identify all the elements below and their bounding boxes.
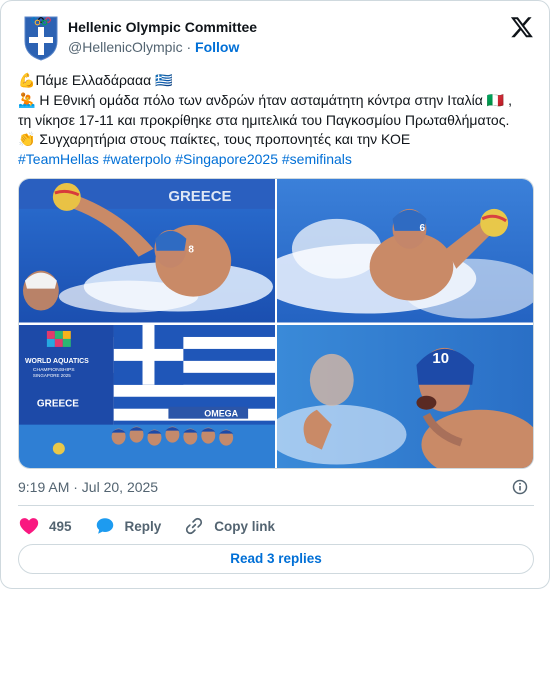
like-button[interactable]: 495 [18,515,72,537]
author-name[interactable]: Hellenic Olympic Committee [68,18,257,36]
hashtag-teamhellas[interactable]: #TeamHellas [18,151,99,167]
info-icon[interactable] [511,478,529,496]
photo-2-cap-number: 6 [419,223,425,234]
author-handle[interactable]: @HellenicOlympic [68,39,183,55]
copy-link-label: Copy link [214,518,276,534]
tweet-timestamp[interactable]: 9:19 AM · Jul 20, 2025 [18,479,158,495]
divider [18,505,534,506]
hashtag-singapore2025[interactable]: #Singapore2025 [175,151,278,167]
tweet-line-1: 💪Πάμε Ελλαδάρααα 🇬🇷 [18,71,534,91]
photo-4-cap-number: 10 [432,349,449,366]
x-logo-icon[interactable] [510,15,534,39]
greece-flag-emoji: 🇬🇷 [155,73,173,89]
hashtag-semifinals[interactable]: #semifinals [282,151,352,167]
water-polo-emoji: 🤽 [18,93,36,109]
follow-button[interactable]: Follow [195,39,239,55]
separator-dot: · [186,39,192,55]
hashtag-list: #TeamHellas #waterpolo #Singapore2025 #s… [18,150,534,169]
photo-player-10-celebrating[interactable]: 10 [277,324,533,468]
reply-bubble-icon [96,518,113,534]
tweet-actions: 495 Reply Copy link [18,514,297,538]
italy-flag-emoji: 🇮🇹 [486,93,505,109]
photo-1-cap-number: 8 [188,245,194,256]
media-grid: GREECE 8 6 WORLD AQUATICS CHAMPIONSHIPS … [18,178,534,469]
hoc-shield-logo-icon[interactable] [23,13,59,61]
tweet-line-2-text: Η Εθνική ομάδα πόλο των ανδρών ήταν αστα… [39,92,483,108]
tweet-line-2: 🤽 Η Εθνική ομάδα πόλο των ανδρών ήταν ασ… [18,91,534,111]
tweet-line-4: 👏 Συγχαρητήρια στους παίκτες, τους προπο… [18,130,534,150]
world-aquatics-title: WORLD AQUATICS [25,357,89,364]
tweet-body: 💪Πάμε Ελλαδάρααα 🇬🇷 🤽 Η Εθνική ομάδα πόλ… [18,71,534,169]
tweet-line-2-tail: , [508,92,512,108]
photo-player-6-throwing[interactable]: 6 [277,179,533,323]
clapping-hands-emoji: 👏 [18,132,36,148]
photo-1-banner: GREECE [168,188,231,205]
link-icon [186,517,203,535]
like-count: 495 [49,518,72,534]
photo-player-8-shooting[interactable]: GREECE 8 [19,179,275,323]
tweet-line-3: τη νίκησε 17-11 και προκρίθηκε στα ημιτε… [18,112,510,128]
read-replies-button[interactable]: Read 3 replies [18,544,534,574]
tweet-line-4-text: Συγχαρητήρια στους παίκτες, τους προπονη… [39,131,411,147]
copy-link-button[interactable]: Copy link [183,515,275,537]
tweet-line-1-text: Πάμε Ελλαδάρααα [35,72,152,88]
author-block: Hellenic Olympic Committee @HellenicOlym… [68,18,257,57]
sponsor-banner: OMEGA [204,408,238,418]
hashtag-waterpolo[interactable]: #waterpolo [103,151,172,167]
tweet-header: Hellenic Olympic Committee @HellenicOlym… [18,13,534,61]
flexed-biceps-emoji: 💪 [18,73,36,89]
world-aquatics-location: SINGAPORE 2025 [33,372,71,377]
heart-icon [19,518,39,535]
tweet-card: Hellenic Olympic Committee @HellenicOlym… [0,0,550,589]
country-banner: GREECE [37,398,79,409]
photo-greek-flag-team[interactable]: WORLD AQUATICS CHAMPIONSHIPS SINGAPORE 2… [19,324,275,468]
reply-label: Reply [124,518,162,534]
author-meta: @HellenicOlympic · Follow [68,37,257,57]
reply-button[interactable]: Reply [94,515,162,537]
